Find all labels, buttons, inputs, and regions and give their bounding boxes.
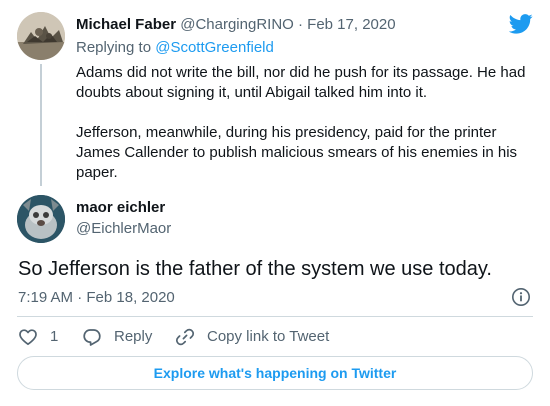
reply-button[interactable]: Reply <box>82 327 152 347</box>
heart-icon <box>19 329 37 346</box>
replying-to-label: Replying to <box>76 39 152 56</box>
copy-link-button[interactable]: Copy link to Tweet <box>175 327 329 347</box>
parent-tweet-text: Adams did not write the bill, nor did he… <box>76 63 536 203</box>
replying-to-line: Replying to @ScottGreenfield <box>76 39 274 57</box>
copy-link-label: Copy link to Tweet <box>207 328 330 345</box>
replying-to-link[interactable]: @ScottGreenfield <box>155 39 274 56</box>
reply-label: Reply <box>114 328 153 345</box>
link-icon <box>175 328 195 346</box>
parent-paragraph-2: Jefferson, meanwhile, during his preside… <box>76 124 518 181</box>
info-icon[interactable] <box>511 287 531 307</box>
main-author-name[interactable]: maor eichler <box>76 199 165 217</box>
header-separator: · <box>298 16 303 33</box>
actions-divider <box>17 316 533 317</box>
tweet-embed-card: Michael Faber @ChargingRINO · Feb 17, 20… <box>0 0 550 406</box>
thread-connector-line <box>40 64 42 186</box>
main-avatar[interactable] <box>17 195 65 243</box>
explore-twitter-button[interactable]: Explore what's happening on Twitter <box>17 356 533 390</box>
like-count: 1 <box>50 328 59 345</box>
reply-bubble-icon <box>83 329 101 346</box>
main-tweet-text: So Jefferson is the father of the system… <box>18 258 492 280</box>
main-author-handle[interactable]: @EichlerMaor <box>76 220 171 238</box>
tweet-timestamp[interactable]: 7:19 AM · Feb 18, 2020 <box>18 289 175 307</box>
parent-author-name[interactable]: Michael Faber <box>76 16 176 33</box>
parent-avatar[interactable] <box>17 12 65 60</box>
parent-author-handle[interactable]: @ChargingRINO <box>180 16 294 33</box>
like-button[interactable]: 1 <box>18 327 58 347</box>
parent-tweet-date[interactable]: Feb 17, 2020 <box>307 16 395 33</box>
parent-tweet-header: Michael Faber @ChargingRINO · Feb 17, 20… <box>76 16 396 34</box>
parent-paragraph-1: Adams did not write the bill, nor did he… <box>76 64 526 101</box>
twitter-bird-icon[interactable] <box>509 14 533 34</box>
